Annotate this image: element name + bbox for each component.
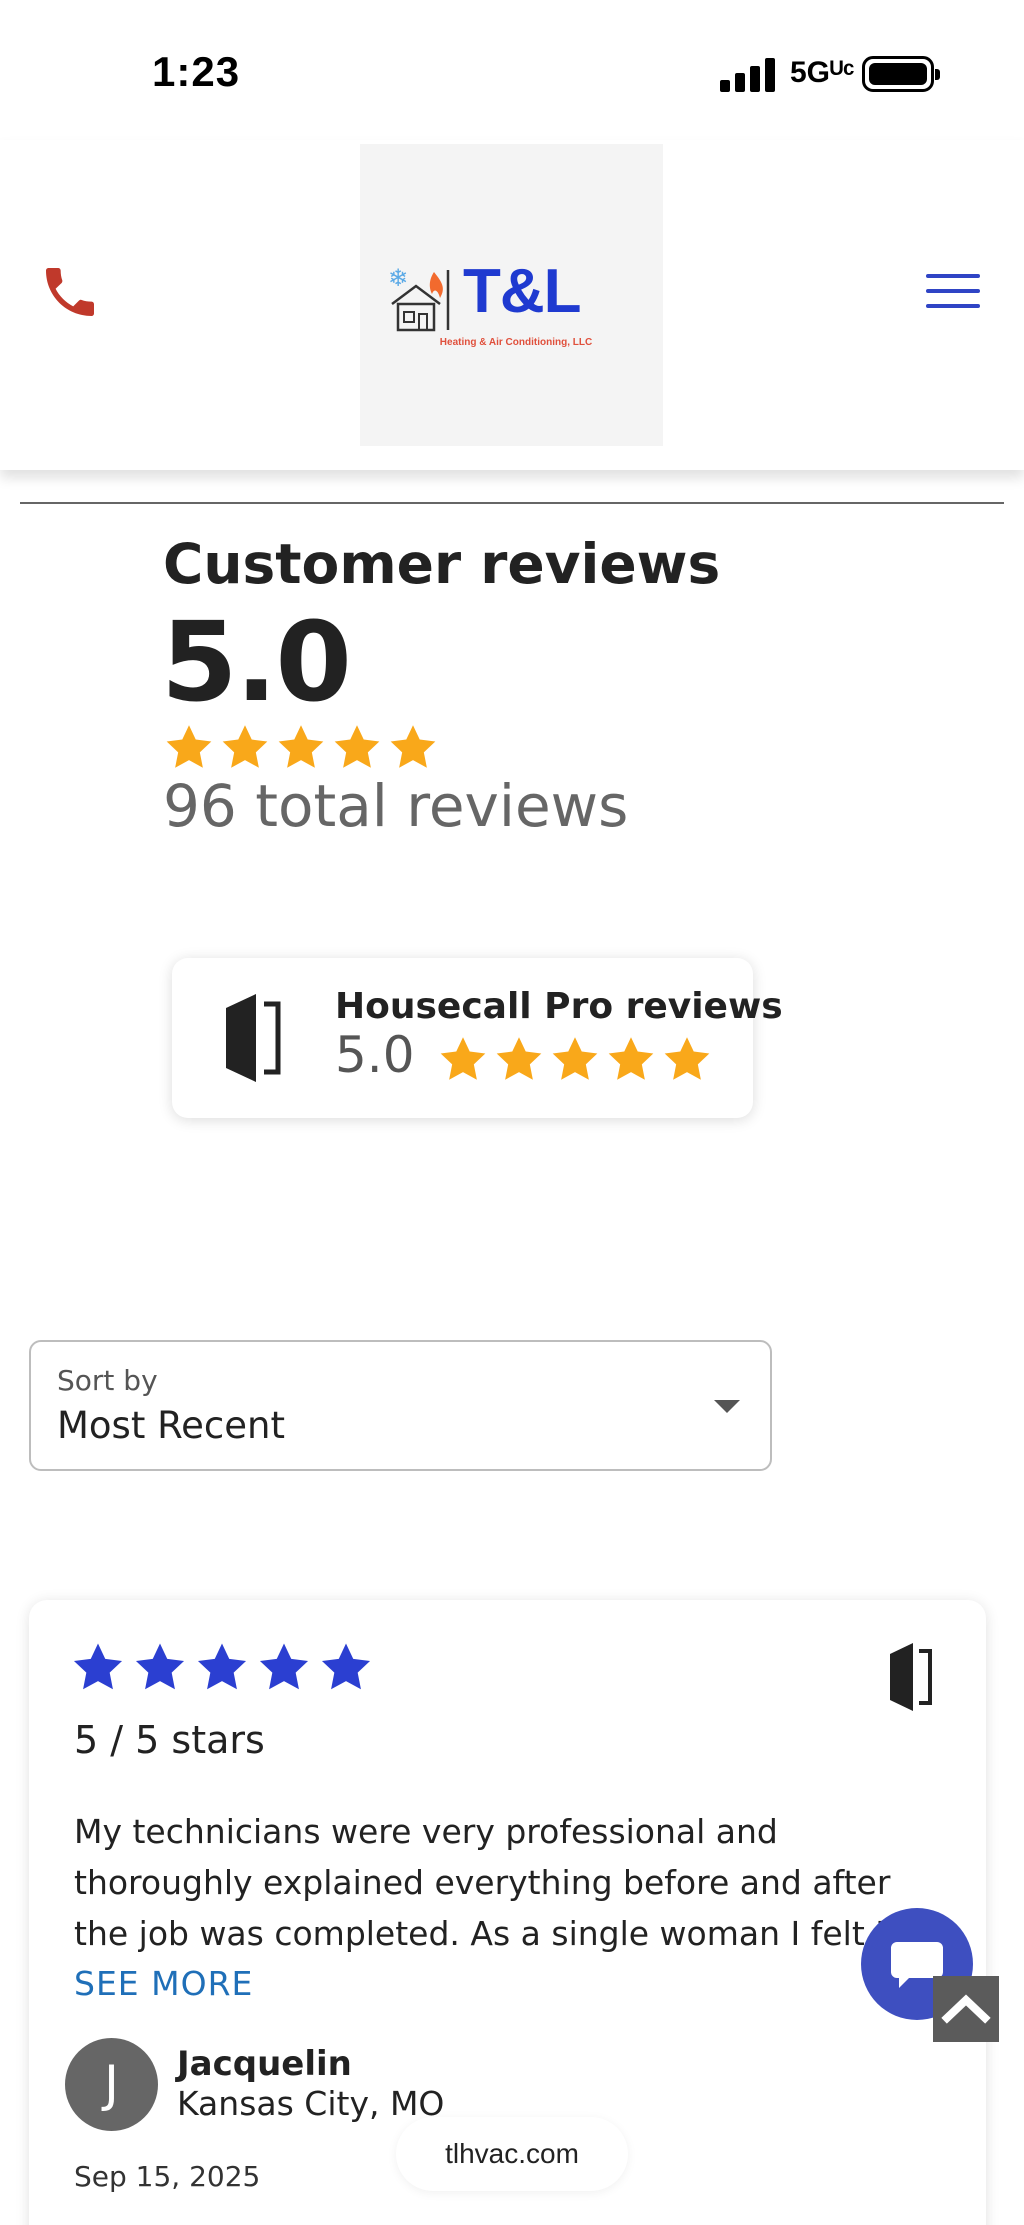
sort-value: Most Recent	[57, 1404, 285, 1447]
network-type: 5Gᵁᶜ	[790, 56, 855, 89]
review-stars	[70, 1640, 374, 1696]
signal-icon	[720, 58, 776, 92]
star-icon	[552, 1037, 598, 1080]
source-stars	[437, 1034, 713, 1086]
source-rating: 5.0	[335, 1026, 415, 1084]
total-reviews: 96 total reviews	[163, 772, 629, 840]
star-icon	[73, 1643, 123, 1690]
house-flame-icon: ❄	[388, 264, 450, 332]
sort-label: Sort by	[57, 1364, 158, 1397]
reviewer-location: Kansas City, MO	[177, 2084, 445, 2123]
housecall-pro-logo-icon	[226, 994, 281, 1082]
star-icon	[222, 725, 268, 768]
scroll-to-top-button[interactable]	[933, 1976, 999, 2042]
star-icon	[166, 725, 212, 768]
logo-text: T&L	[463, 257, 582, 326]
star-icon	[496, 1037, 542, 1080]
sort-select[interactable]: Sort by Most Recent	[29, 1340, 772, 1471]
chevron-down-icon	[714, 1400, 740, 1413]
divider	[20, 502, 1004, 504]
battery-icon	[862, 56, 940, 92]
site-logo[interactable]: ❄ T&L Heating & Air Conditioning, LLC	[360, 144, 663, 446]
see-more-link[interactable]: SEE MORE	[74, 1964, 253, 2003]
star-icon	[321, 1643, 371, 1690]
page-title: Customer reviews	[163, 532, 721, 596]
star-icon	[197, 1643, 247, 1690]
star-icon	[278, 725, 324, 768]
star-icon	[135, 1643, 185, 1690]
status-time: 1:23	[152, 48, 241, 95]
summary-stars	[163, 722, 439, 774]
reviewer-name: Jacquelin	[177, 2044, 352, 2084]
star-icon	[664, 1037, 710, 1080]
housecall-pro-card[interactable]: Housecall Pro reviews 5.0	[172, 958, 783, 1118]
phone-icon[interactable]	[38, 260, 102, 324]
avatar: J	[65, 2038, 158, 2131]
source-title: Housecall Pro reviews	[335, 986, 783, 1027]
review-date: Sep 15, 2025	[74, 2160, 261, 2193]
review-text: My technicians were very professional an…	[74, 1812, 891, 1953]
status-bar: 1:23 5Gᵁᶜ	[0, 0, 1024, 140]
hamburger-menu-icon[interactable]	[926, 274, 980, 314]
chevron-up-icon	[941, 1994, 991, 2024]
url-bar[interactable]: tlhvac.com	[396, 2117, 628, 2191]
svg-text:❄: ❄	[388, 264, 408, 292]
site-header: ❄ T&L Heating & Air Conditioning, LLC	[0, 140, 1024, 470]
star-icon	[608, 1037, 654, 1080]
overall-rating: 5.0	[161, 598, 352, 726]
housecall-pro-logo-icon	[890, 1643, 932, 1711]
review-score: 5 / 5 stars	[74, 1718, 265, 1762]
logo-subtitle: Heating & Air Conditioning, LLC	[439, 337, 593, 348]
star-icon	[390, 725, 436, 768]
star-icon	[334, 725, 380, 768]
star-icon	[259, 1643, 309, 1690]
star-icon	[440, 1037, 486, 1080]
